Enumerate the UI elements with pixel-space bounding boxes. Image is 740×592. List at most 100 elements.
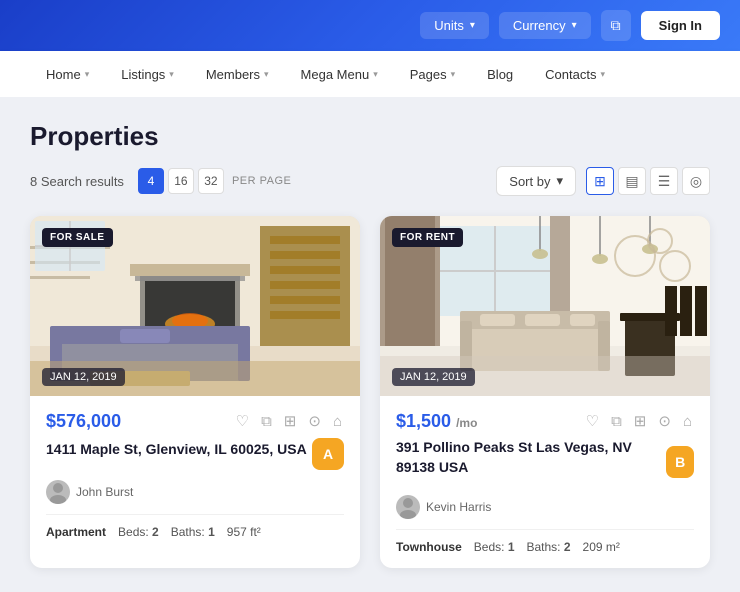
nav-blog-label: Blog: [487, 67, 513, 82]
price-unit-b: /mo: [456, 416, 477, 430]
nav-contacts[interactable]: Contacts ▾: [529, 53, 621, 96]
nav-home-label: Home: [46, 67, 81, 82]
nav-members-label: Members: [206, 67, 260, 82]
view-icons: ⊞ ▤ ☰ ◎: [586, 167, 710, 195]
prop-meta-a: Apartment Beds: 2 Baths: 1 957 ft²: [46, 514, 344, 539]
nav-listings[interactable]: Listings ▾: [105, 53, 190, 96]
area-b: 209 m²: [583, 540, 620, 554]
page-title: Properties: [30, 121, 710, 152]
nav-mega-menu-chevron-icon: ▾: [373, 69, 378, 80]
agent-row-a: 1411 Maple St, Glenview, IL 60025, USA A: [46, 438, 344, 470]
home-button-b[interactable]: ⌂: [681, 411, 694, 432]
area-a: 957 ft²: [227, 525, 261, 539]
nav-listings-chevron-icon: ▾: [169, 69, 174, 80]
nav-pages-chevron-icon: ▾: [451, 69, 456, 80]
property-card-a: FOR SALE JAN 12, 2019 $576,000 ♡ ⧉ ⊞ ⊙ ⌂: [30, 216, 360, 568]
map-pin-button-b[interactable]: ⊙: [656, 410, 673, 432]
currency-chevron-icon: ▾: [572, 20, 577, 31]
units-label: Units: [434, 18, 464, 33]
copy-button[interactable]: ⧉: [601, 10, 631, 41]
list-view-button[interactable]: ▤: [618, 167, 646, 195]
address-a: 1411 Maple St, Glenview, IL 60025, USA: [46, 440, 307, 460]
agent-row-b: 391 Pollino Peaks St Las Vegas, NV 89138…: [396, 438, 694, 485]
results-left: 8 Search results 4 16 32 PER PAGE: [30, 168, 291, 194]
grid-view-icon: ⊞: [594, 173, 606, 190]
results-count: 8 Search results: [30, 174, 124, 189]
agent-info-a: 1411 Maple St, Glenview, IL 60025, USA: [46, 440, 307, 468]
agent-info-row-a: John Burst: [46, 480, 344, 504]
map-view-button[interactable]: ◎: [682, 167, 710, 195]
prop-meta-b: Townhouse Beds: 1 Baths: 2 209 m²: [396, 529, 694, 554]
card-image-wrap-b: FOR RENT JAN 12, 2019: [380, 216, 710, 396]
per-page-32[interactable]: 32: [198, 168, 224, 194]
sort-by-label: Sort by: [509, 174, 550, 189]
nav-pages-label: Pages: [410, 67, 447, 82]
baths-label-b: Baths: 2: [527, 540, 571, 554]
beds-label-b: Beds: 1: [474, 540, 515, 554]
agent-avatar-b: [396, 495, 420, 519]
results-right: Sort by ▾ ⊞ ▤ ☰ ◎: [496, 166, 710, 196]
signin-label: Sign In: [659, 18, 702, 33]
list-view-icon: ▤: [625, 173, 638, 190]
per-page-4[interactable]: 4: [138, 168, 164, 194]
price-row-a: $576,000 ♡ ⧉ ⊞ ⊙ ⌂: [46, 410, 344, 432]
compact-view-button[interactable]: ☰: [650, 167, 678, 195]
favorite-button-b[interactable]: ♡: [584, 410, 601, 432]
card-body-b: $1,500 /mo ♡ ⧉ ⊞ ⊙ ⌂ 391 Pollino Peaks S…: [380, 396, 710, 568]
nav-mega-menu[interactable]: Mega Menu ▾: [285, 53, 394, 96]
prop-type-a: Apartment: [46, 525, 106, 539]
agent-name-b: Kevin Harris: [426, 500, 491, 514]
nav-blog[interactable]: Blog: [471, 53, 529, 96]
per-page-label: PER PAGE: [232, 175, 291, 187]
map-view-icon: ◎: [690, 173, 702, 190]
cards-grid: FOR SALE JAN 12, 2019 $576,000 ♡ ⧉ ⊞ ⊙ ⌂: [30, 216, 710, 568]
header-top: Units ▾ Currency ▾ ⧉ Sign In: [0, 0, 740, 51]
nav-listings-label: Listings: [121, 67, 165, 82]
address-b: 391 Pollino Peaks St Las Vegas, NV 89138…: [396, 438, 666, 477]
card-image-wrap-a: FOR SALE JAN 12, 2019: [30, 216, 360, 396]
compare-button-b[interactable]: ⧉: [609, 411, 624, 432]
gallery-button-b[interactable]: ⊞: [632, 410, 649, 432]
avatar-icon-a: [46, 480, 70, 504]
listing-date-b: JAN 12, 2019: [392, 368, 475, 386]
gallery-button-a[interactable]: ⊞: [282, 410, 299, 432]
price-actions-b: ♡ ⧉ ⊞ ⊙ ⌂: [584, 410, 694, 432]
nav-home[interactable]: Home ▾: [30, 53, 105, 96]
per-page-16[interactable]: 16: [168, 168, 194, 194]
nav-mega-menu-label: Mega Menu: [301, 67, 370, 82]
card-body-a: $576,000 ♡ ⧉ ⊞ ⊙ ⌂ 1411 Maple St, Glenvi…: [30, 396, 360, 553]
agent-info-row-b: Kevin Harris: [396, 495, 694, 519]
for-sale-badge: FOR SALE: [42, 228, 113, 247]
nav-contacts-label: Contacts: [545, 67, 596, 82]
beds-label-a: Beds: 2: [118, 525, 159, 539]
results-bar: 8 Search results 4 16 32 PER PAGE Sort b…: [30, 166, 710, 196]
nav-bar: Home ▾ Listings ▾ Members ▾ Mega Menu ▾ …: [0, 51, 740, 97]
compact-view-icon: ☰: [658, 173, 671, 190]
price-b: $1,500 /mo: [396, 411, 477, 432]
prop-type-b: Townhouse: [396, 540, 462, 554]
property-card-b: FOR RENT JAN 12, 2019 $1,500 /mo ♡ ⧉ ⊞ ⊙…: [380, 216, 710, 568]
agent-badge-a: A: [312, 438, 344, 470]
per-page-group: 4 16 32 PER PAGE: [138, 168, 291, 194]
sort-by-button[interactable]: Sort by ▾: [496, 166, 576, 196]
copy-icon: ⧉: [611, 17, 621, 33]
currency-dropdown[interactable]: Currency ▾: [499, 12, 591, 39]
map-pin-button-a[interactable]: ⊙: [306, 410, 323, 432]
nav-contacts-chevron-icon: ▾: [600, 69, 605, 80]
nav-pages[interactable]: Pages ▾: [394, 53, 471, 96]
home-button-a[interactable]: ⌂: [331, 411, 344, 432]
units-chevron-icon: ▾: [470, 20, 475, 31]
signin-button[interactable]: Sign In: [641, 11, 720, 40]
nav-members[interactable]: Members ▾: [190, 53, 285, 96]
currency-label: Currency: [513, 18, 566, 33]
units-dropdown[interactable]: Units ▾: [420, 12, 489, 39]
nav-home-chevron-icon: ▾: [85, 69, 90, 80]
baths-label-a: Baths: 1: [171, 525, 215, 539]
favorite-button-a[interactable]: ♡: [234, 410, 251, 432]
agent-name-a: John Burst: [76, 485, 133, 499]
grid-view-button[interactable]: ⊞: [586, 167, 614, 195]
compare-button-a[interactable]: ⧉: [259, 411, 274, 432]
agent-badge-b: B: [666, 446, 694, 478]
for-rent-badge: FOR RENT: [392, 228, 463, 247]
price-actions-a: ♡ ⧉ ⊞ ⊙ ⌂: [234, 410, 344, 432]
